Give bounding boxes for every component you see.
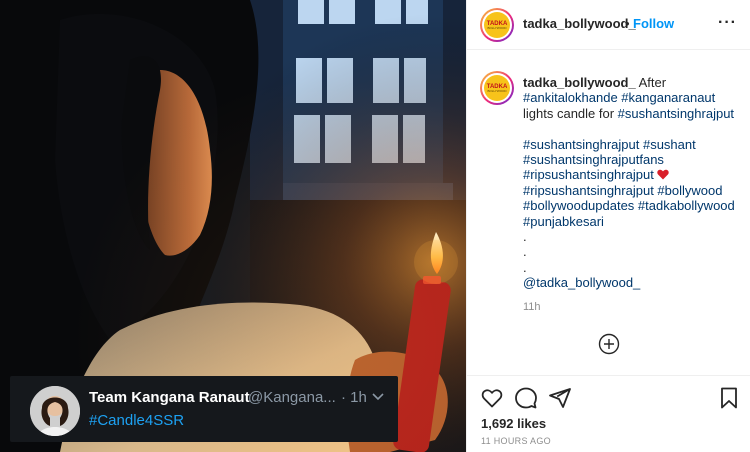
caption-hashtags[interactable]: #sushantsinghrajput #sushant xyxy=(523,137,696,152)
heart-emoji-icon xyxy=(657,170,670,180)
account-avatar[interactable]: TADKA BOLLYWOOD xyxy=(480,8,514,42)
tweet-hashtag: #Candle4SSR xyxy=(89,412,185,429)
caption-text: After xyxy=(638,75,667,90)
likes-count[interactable]: 1,692 likes xyxy=(481,416,546,431)
share-icon[interactable] xyxy=(548,386,572,410)
comment-icon[interactable] xyxy=(514,386,538,410)
bookmark-icon[interactable] xyxy=(717,386,741,410)
tweet-avatar xyxy=(30,386,80,436)
more-options-icon[interactable]: ··· xyxy=(718,14,737,32)
caption-username[interactable]: tadka_bollywood_ xyxy=(523,75,636,90)
tweet-author-handle: @Kangana... xyxy=(248,389,336,406)
caption-timestamp: 11h xyxy=(523,301,541,313)
caption-dot: . xyxy=(523,259,527,275)
post-header: TADKA BOLLYWOOD tadka_bollywood_ • Follo… xyxy=(467,0,750,50)
header-username[interactable]: tadka_bollywood_ xyxy=(523,16,636,31)
tweet-author-name: Team Kangana Ranaut xyxy=(89,389,250,406)
chevron-down-icon xyxy=(372,393,384,401)
header-separator: • xyxy=(625,16,630,31)
caption-dot: . xyxy=(523,244,527,260)
caption-hashtags[interactable]: #ankitalokhande #kanganaranaut xyxy=(523,90,715,105)
caption-text: lights candle for xyxy=(523,105,618,121)
caption-hashtag[interactable]: #sushantsinghrajput xyxy=(618,106,734,121)
caption-avatar[interactable]: TADKA BOLLYWOOD xyxy=(480,71,514,105)
follow-button[interactable]: Follow xyxy=(633,16,674,31)
tweet-card: Team Kangana Ranaut @Kangana... · 1h #Ca… xyxy=(10,376,398,442)
post-timestamp: 11 HOURS AGO xyxy=(481,436,551,446)
caption-hashtags[interactable]: #ripsushantsinghrajput #bollywood xyxy=(523,183,722,198)
caption-dot: . xyxy=(523,229,527,245)
heart-icon[interactable] xyxy=(480,386,504,410)
caption-hashtags[interactable]: #ripsushantsinghrajput xyxy=(523,167,654,182)
add-circle-icon[interactable] xyxy=(598,333,620,355)
post-caption: tadka_bollywood_ After #ankitalokhande #… xyxy=(523,75,739,291)
caption-mention[interactable]: @tadka_bollywood_ xyxy=(523,275,640,290)
caption-hashtags[interactable]: #bollywoodupdates #tadkabollywood xyxy=(523,198,735,213)
logo-sub: BOLLYWOOD xyxy=(487,88,507,93)
caption-hashtags[interactable]: #punjabkesari xyxy=(523,214,604,229)
post-actions: 1,692 likes 11 HOURS AGO xyxy=(467,375,750,452)
caption-hashtags[interactable]: #sushantsinghrajputfans xyxy=(523,152,664,167)
tweet-time: · 1h xyxy=(341,389,367,406)
logo-sub: BOLLYWOOD xyxy=(487,25,507,30)
post-media[interactable]: Team Kangana Ranaut @Kangana... · 1h #Ca… xyxy=(0,0,466,452)
post-panel: TADKA BOLLYWOOD tadka_bollywood_ • Follo… xyxy=(466,0,750,452)
